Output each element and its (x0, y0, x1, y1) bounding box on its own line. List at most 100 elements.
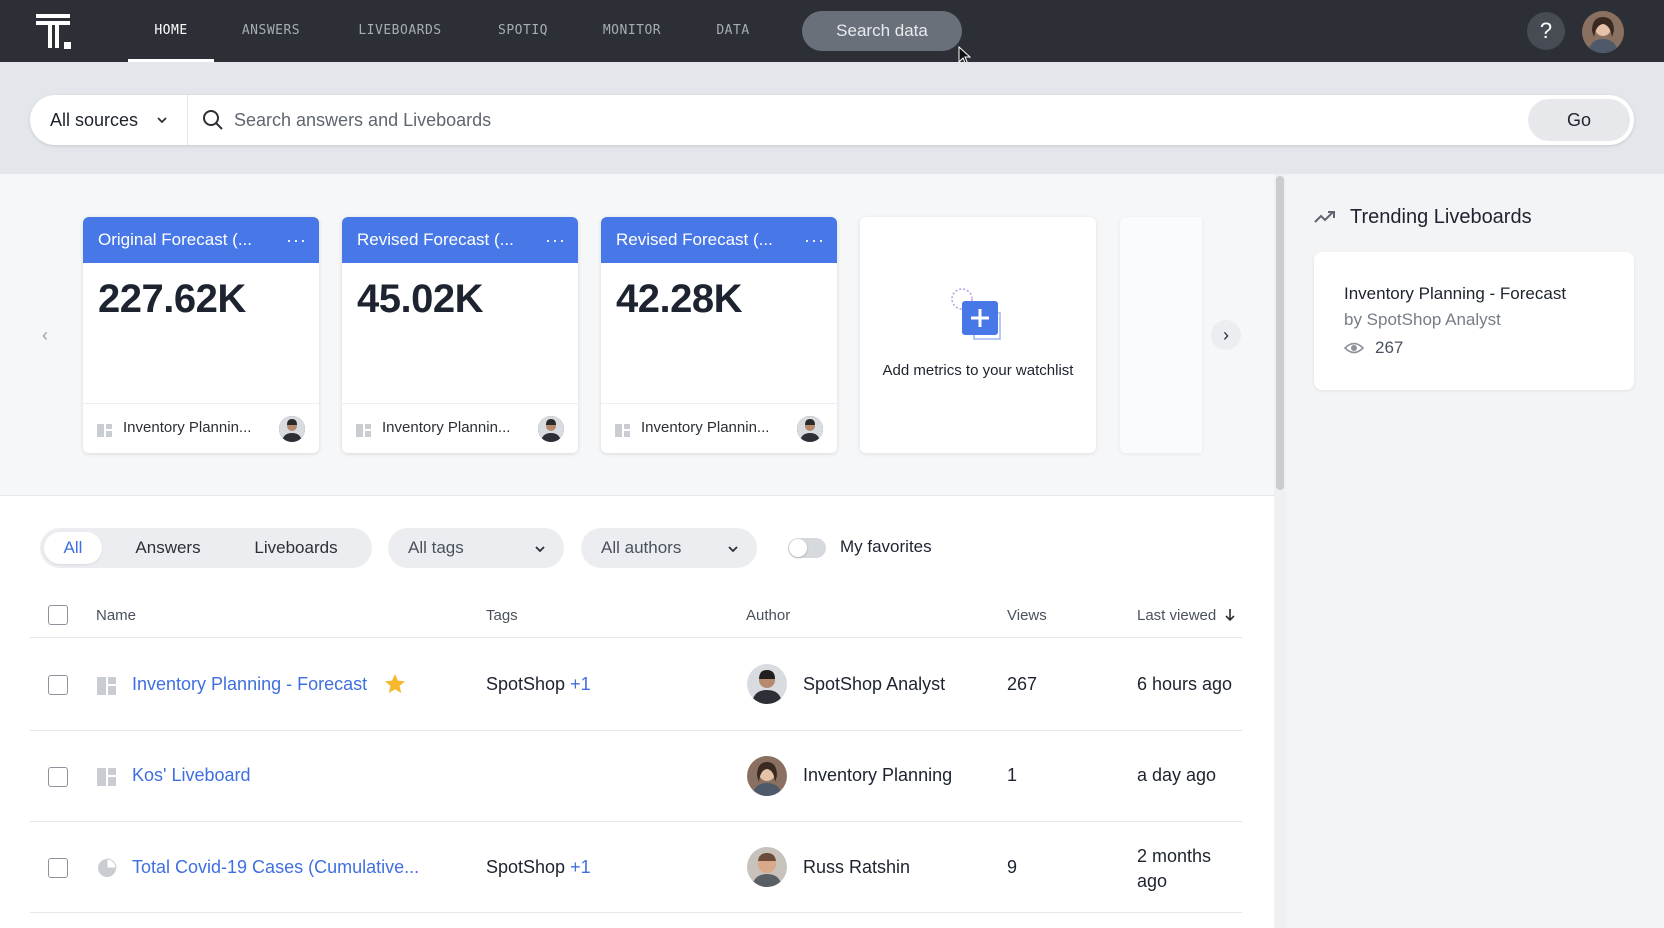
help-button[interactable]: ? (1527, 12, 1565, 50)
trending-item-name[interactable]: Inventory Planning - Forecast (1344, 284, 1566, 304)
add-metrics-card[interactable]: Add metrics to your watchlist (860, 217, 1096, 453)
kpi-source[interactable]: Inventory Plannin... (123, 419, 251, 436)
kpi-card-footer: Inventory Plannin... (342, 403, 578, 453)
carousel-next-button[interactable]: › (1211, 320, 1241, 350)
row-tag-more[interactable]: +1 (570, 857, 591, 877)
kpi-card-header: Original Forecast (... ··· (83, 217, 319, 263)
sort-descending-icon (1225, 609, 1235, 622)
nav-tab-spotiq[interactable]: SPOTIQ (488, 0, 558, 62)
kpi-card-header: Revised Forecast (... ··· (342, 217, 578, 263)
filter-liveboards[interactable]: Liveboards (236, 532, 356, 564)
column-header-author[interactable]: Author (746, 607, 790, 624)
search-bar[interactable]: All sources Search answers and Liveboard… (30, 95, 1634, 145)
sources-label: All sources (50, 110, 139, 130)
go-button[interactable]: Go (1528, 99, 1630, 141)
filter-all[interactable]: All (44, 532, 102, 564)
chevron-down-icon (728, 546, 738, 553)
authors-dropdown-label: All authors (601, 538, 682, 557)
select-all-checkbox[interactable] (48, 605, 68, 625)
kpi-card-footer: Inventory Plannin... (83, 403, 319, 453)
nav-tab-liveboards[interactable]: LIVEBOARDS (344, 0, 456, 62)
row-author: Inventory Planning (803, 765, 953, 785)
add-metrics-label: Add metrics to your watchlist (882, 362, 1074, 379)
row-name-link[interactable]: Inventory Planning - Forecast (132, 674, 367, 695)
eye-icon (1344, 342, 1364, 354)
row-last-viewed: 2 months ago (1137, 844, 1211, 894)
kpi-card[interactable]: Original Forecast (... ··· 227.62K Inven… (83, 217, 319, 453)
author-avatar (538, 416, 564, 442)
kpi-card-title: Original Forecast (... (98, 230, 252, 249)
user-avatar[interactable] (1582, 11, 1624, 53)
author-avatar (279, 416, 305, 442)
column-header-last-viewed-label: Last viewed (1137, 607, 1217, 624)
liveboard-icon (97, 677, 116, 695)
nav-tab-monitor[interactable]: MONITOR (592, 0, 672, 62)
column-header-tags[interactable]: Tags (486, 607, 518, 624)
kpi-source[interactable]: Inventory Plannin... (382, 419, 510, 436)
kpi-value: 227.62K (98, 277, 246, 321)
row-checkbox[interactable] (48, 858, 68, 878)
star-icon[interactable] (384, 673, 406, 695)
kpi-card-footer: Inventory Plannin... (601, 403, 837, 453)
trending-item-author: by SpotShop Analyst (1344, 310, 1501, 329)
row-last-viewed: 6 hours ago (1137, 674, 1233, 694)
liveboard-icon (356, 424, 371, 437)
next-card-peek (1120, 217, 1202, 453)
row-checkbox[interactable] (48, 767, 68, 787)
sources-dropdown[interactable]: All sources (30, 95, 188, 145)
row-checkbox[interactable] (48, 675, 68, 695)
top-nav: HOME ANSWERS LIVEBOARDS SPOTIQ MONITOR D… (0, 0, 1664, 66)
favorites-label: My favorites (840, 537, 932, 556)
divider (30, 821, 1242, 822)
row-views: 267 (1007, 674, 1038, 694)
author-avatar (747, 664, 787, 704)
author-avatar (797, 416, 823, 442)
favorites-toggle[interactable] (788, 538, 826, 558)
thoughtspot-logo[interactable] (36, 12, 76, 52)
kpi-value: 45.02K (357, 277, 483, 321)
kpi-source[interactable]: Inventory Plannin... (641, 419, 769, 436)
row-last-viewed-line2: ago (1137, 871, 1168, 891)
liveboard-icon (97, 424, 112, 437)
author-avatar (747, 847, 787, 887)
filter-answers[interactable]: Answers (118, 532, 218, 564)
scrollbar-thumb[interactable] (1276, 176, 1284, 490)
carousel-prev-button[interactable]: ‹ (30, 320, 60, 350)
chevron-down-icon (157, 117, 167, 124)
trending-card[interactable]: Inventory Planning - Forecast by SpotSho… (1314, 252, 1634, 390)
tags-dropdown[interactable]: All tags (388, 528, 564, 568)
nav-tab-answers[interactable]: ANSWERS (230, 0, 312, 62)
toggle-knob (789, 539, 807, 557)
nav-tab-data[interactable]: DATA (706, 0, 760, 62)
more-options-icon[interactable]: ··· (286, 217, 307, 263)
kpi-card[interactable]: Revised Forecast (... ··· 42.28K Invento… (601, 217, 837, 453)
kpi-value: 42.28K (616, 277, 742, 321)
column-header-last-viewed[interactable]: Last viewed (1137, 607, 1236, 624)
more-options-icon[interactable]: ··· (545, 217, 566, 263)
row-tag-more[interactable]: +1 (570, 674, 591, 694)
trending-item-views: 267 (1375, 338, 1404, 357)
chevron-down-icon (535, 546, 545, 553)
row-tags[interactable]: SpotShop +1 (486, 857, 591, 878)
row-tags[interactable]: SpotShop +1 (486, 674, 591, 695)
row-views: 9 (1007, 857, 1018, 877)
trending-title: Trending Liveboards (1350, 206, 1532, 228)
row-author: SpotShop Analyst (803, 674, 946, 694)
row-tag: SpotShop (486, 857, 566, 877)
nav-tab-home[interactable]: HOME (128, 0, 214, 62)
kpi-card[interactable]: Revised Forecast (... ··· 45.02K Invento… (342, 217, 578, 453)
author-avatar (747, 756, 787, 796)
authors-dropdown[interactable]: All authors (581, 528, 757, 568)
column-header-name[interactable]: Name (96, 607, 136, 624)
search-data-button[interactable]: Search data (802, 11, 962, 51)
row-name-link[interactable]: Kos' Liveboard (132, 765, 251, 786)
liveboard-icon (97, 768, 116, 786)
kpi-card-title: Revised Forecast (... (357, 230, 514, 249)
divider (30, 730, 1242, 731)
column-header-views[interactable]: Views (1007, 607, 1047, 624)
row-tag: SpotShop (486, 674, 566, 694)
row-name-link[interactable]: Total Covid-19 Cases (Cumulative... (132, 857, 419, 878)
answer-pie-icon (98, 858, 117, 877)
search-input[interactable]: Search answers and Liveboards (234, 95, 491, 145)
more-options-icon[interactable]: ··· (804, 217, 825, 263)
